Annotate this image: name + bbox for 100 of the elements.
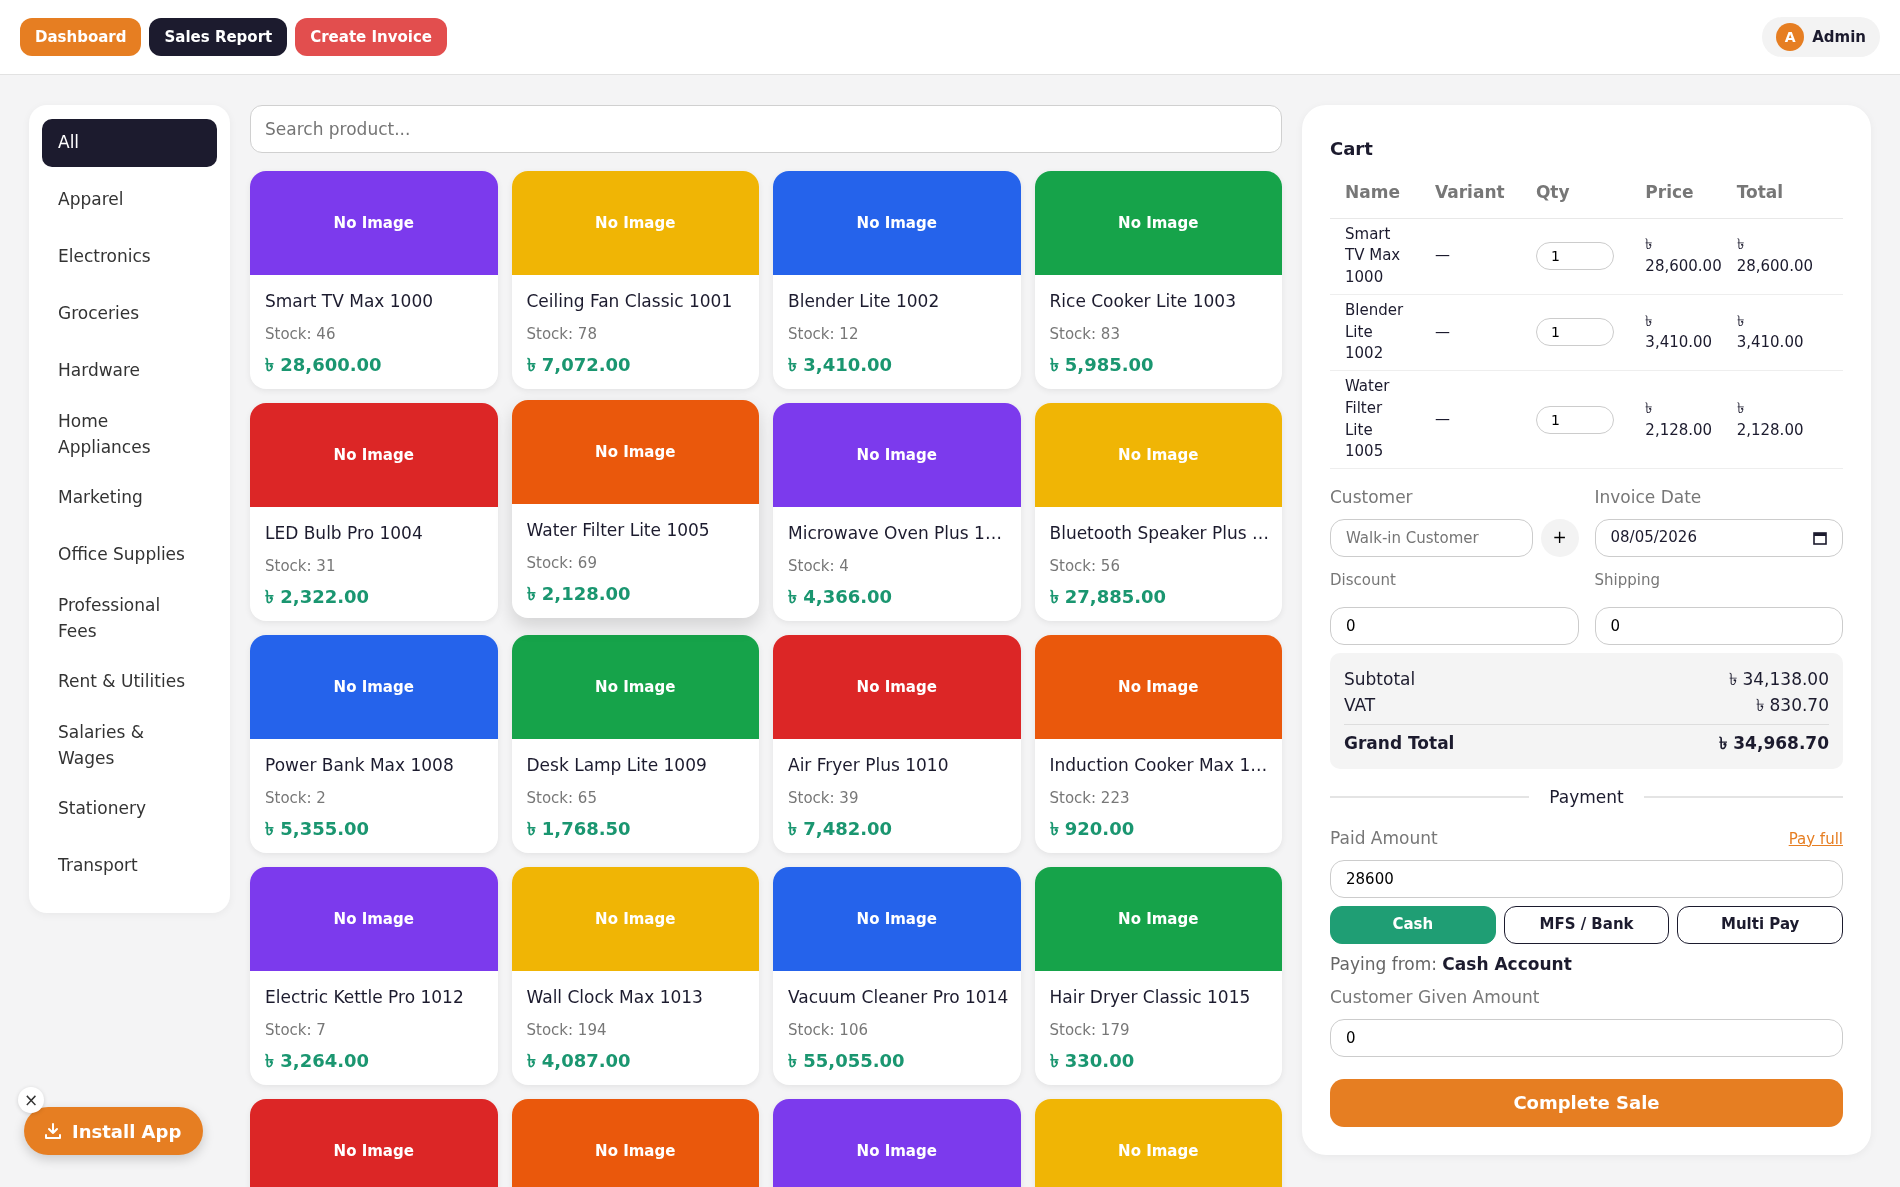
table-cell: — <box>1420 370 1521 469</box>
product-card[interactable]: No Image Ceiling Fan Classic 1001 Stock: 78 ৳ 7,072.00 <box>511 171 759 389</box>
product-card[interactable]: No Image Vacuum Cleaner Pro 1014 Stock: 106 ৳ 55,055.00 <box>773 867 1021 1085</box>
product-price: ৳ 27,885.00 <box>1049 585 1168 609</box>
product-price: ৳ 55,055.00 <box>788 1049 906 1073</box>
product-price: ৳ 28,600.00 <box>265 353 383 377</box>
category-item[interactable]: Stationery <box>42 785 217 833</box>
stock-text: Stock: 12 <box>788 323 860 345</box>
stock-text: Stock: 78 <box>526 323 598 345</box>
stock-text: Stock: 31 <box>265 555 337 577</box>
category-item[interactable]: Office Supplies <box>42 531 217 579</box>
paid-amount-field[interactable]: 28600 <box>1330 859 1843 898</box>
product-card[interactable]: No Image Electric Kettle Pro 1012 Stock: 7 ৳ 3,264.00 <box>250 867 498 1085</box>
product-card[interactable]: No Image Wall Clock Max 1013 Stock: 194 ৳ 4,087.00 <box>511 867 759 1085</box>
product-card[interactable]: No Image Power Bank Max 1008 Stock: 2 ৳ 5,355.00 <box>250 635 498 853</box>
quantity-field[interactable]: 1 <box>1535 242 1614 271</box>
product-price: ৳ 920.00 <box>1049 817 1136 841</box>
product-name: Ceiling Fan Classic 1001 <box>526 290 734 313</box>
field-label: Customer Given Amount <box>1330 986 1541 1009</box>
payment-method-button[interactable]: MFS / Bank <box>1503 905 1670 944</box>
number-field[interactable]: 0 <box>1594 607 1843 645</box>
close-button[interactable]: × <box>18 1087 44 1113</box>
product-price: ৳ 7,072.00 <box>526 353 632 377</box>
table-cell: Water Filter Lite 1005 <box>1330 370 1420 469</box>
payment-method-button[interactable]: Multi Pay <box>1677 905 1843 944</box>
image-placeholder: No Image <box>773 171 1021 275</box>
category-item[interactable]: Groceries <box>42 290 217 338</box>
product-price: ৳ 1,768.50 <box>526 817 632 841</box>
table-cell: — <box>1420 218 1521 295</box>
category-item[interactable]: Electronics <box>42 233 217 281</box>
calendar-icon[interactable] <box>1813 530 1827 545</box>
stock-text: Stock: 106 <box>788 1019 869 1041</box>
product-card[interactable]: No Image Smart TV Max 1000 Stock: 46 ৳ 28,600.00 <box>250 171 498 389</box>
table-cell: ৳ 3,410.00 <box>1630 294 1722 371</box>
image-placeholder: No Image <box>250 171 498 275</box>
quantity-field[interactable]: 1 <box>1535 318 1614 347</box>
category-item[interactable]: Hardware <box>42 347 217 395</box>
table-cell: ৳ 2,128.00 <box>1721 370 1843 469</box>
user-menu[interactable]: A Admin <box>1762 17 1880 57</box>
category-item[interactable]: Home Appliances <box>42 404 217 465</box>
field-label: Invoice Date <box>1594 486 1703 509</box>
given-amount-field[interactable]: 0 <box>1330 1018 1843 1057</box>
product-card[interactable]: No Image Bluetooth Speaker Plus … Stock: 56 ৳ 27,885.00 <box>1034 403 1282 621</box>
number-field[interactable]: 0 <box>1330 607 1579 645</box>
image-placeholder: No Image <box>773 403 1021 507</box>
customer-field[interactable]: Walk-in Customer <box>1330 518 1533 557</box>
product-name: Wall Clock Max 1013 <box>526 986 704 1009</box>
table-cell: ৳ 3,410.00 <box>1721 294 1843 371</box>
category-item[interactable]: Apparel <box>42 176 217 224</box>
add-button[interactable]: + <box>1540 518 1579 557</box>
field-label: Shipping <box>1594 569 1661 591</box>
product-card[interactable]: No Image Water Filter Lite 1005 Stock: 69 ৳ 2,128.00 <box>511 400 759 618</box>
product-card[interactable]: No Image Rice Cooker Lite 1003 Stock: 83 ৳ 5,985.00 <box>1034 171 1282 389</box>
product-name: Power Bank Max 1008 <box>265 754 455 777</box>
product-card[interactable]: No Image Induction Cooker Max 1… Stock: 223 ৳ 920.00 <box>1034 635 1282 853</box>
product-card[interactable]: No Image Microwave Oven Plus 1… Stock: 4 ৳ 4,366.00 <box>773 403 1021 621</box>
section-heading: Payment <box>1549 785 1624 809</box>
field-label: Customer <box>1330 486 1414 509</box>
product-price: ৳ 4,087.00 <box>526 1049 632 1073</box>
product-price: ৳ 3,264.00 <box>265 1049 371 1073</box>
summary-label: VAT <box>1344 693 1376 717</box>
stock-text: Stock: 223 <box>1049 787 1131 809</box>
panel-title: Cart <box>1330 137 1374 161</box>
product-card[interactable]: No Image Hair Dryer Classic 1015 Stock: 179 ৳ 330.00 <box>1034 867 1282 1085</box>
product-card[interactable]: No Image Desk Lamp Lite 1009 Stock: 65 ৳ 1,768.50 <box>511 635 759 853</box>
product-card[interactable]: No Image Blender Lite 1002 Stock: 12 ৳ 3,410.00 <box>773 171 1021 389</box>
nav-button[interactable]: Sales Report <box>149 17 288 57</box>
summary-label: Grand Total <box>1344 732 1455 755</box>
image-placeholder: No Image <box>1034 1099 1282 1187</box>
table-cell: ৳ 28,600.00 <box>1630 218 1722 295</box>
product-card[interactable]: No Image LED Bulb Pro 1004 Stock: 31 ৳ 2,322.00 <box>250 403 498 621</box>
date-field[interactable]: 08/05/2026 <box>1594 518 1843 557</box>
search-field[interactable]: Search product... <box>250 105 1282 153</box>
category-item[interactable]: Transport <box>42 842 217 890</box>
category-item[interactable]: Professional Fees <box>42 588 217 649</box>
stock-text: Stock: 2 <box>265 787 327 809</box>
product-name: Hair Dryer Classic 1015 <box>1049 986 1252 1009</box>
product-price: ৳ 5,985.00 <box>1049 353 1155 377</box>
product-price: ৳ 330.00 <box>1049 1049 1136 1073</box>
image-placeholder: No Image <box>511 867 759 971</box>
product-name: Smart TV Max 1000 <box>265 290 435 313</box>
product-name: Microwave Oven Plus 1… <box>788 522 1003 545</box>
image-placeholder: No Image <box>511 171 759 275</box>
product-price: ৳ 7,482.00 <box>788 817 894 841</box>
category-item[interactable]: All <box>42 119 217 167</box>
summary-label: Subtotal <box>1344 668 1416 691</box>
category-item[interactable]: Marketing <box>42 474 217 522</box>
table-cell: ৳ 2,128.00 <box>1630 370 1722 469</box>
nav-button[interactable]: Create Invoice <box>295 17 448 57</box>
column-header: Qty <box>1520 180 1631 218</box>
product-card[interactable]: No Image Air Fryer Plus 1010 Stock: 39 ৳ 7,482.00 <box>773 635 1021 853</box>
product-name: Blender Lite 1002 <box>788 290 941 313</box>
quantity-field[interactable]: 1 <box>1535 405 1614 434</box>
product-name: Induction Cooker Max 1… <box>1049 754 1267 777</box>
summary-value: ৳ 34,138.00 <box>1729 668 1829 691</box>
category-item[interactable]: Rent & Utilities <box>42 658 217 706</box>
field-label: Paid Amount <box>1330 827 1438 850</box>
category-item[interactable]: Salaries & Wages <box>42 715 217 776</box>
product-name: LED Bulb Pro 1004 <box>265 522 424 545</box>
stock-text: Stock: 4 <box>788 555 850 577</box>
